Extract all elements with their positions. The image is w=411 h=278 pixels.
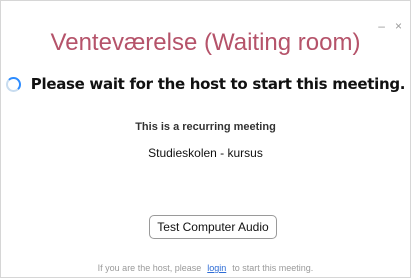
host-prompt-suffix: to start this meeting. [232, 263, 314, 273]
test-computer-audio-button[interactable]: Test Computer Audio [149, 215, 277, 239]
meeting-name: Studieskolen - kursus [148, 146, 263, 160]
host-prompt-prefix: If you are the host, please [97, 263, 202, 273]
waiting-room-window: – × Venteværelse (Waiting room) Please w… [0, 0, 411, 278]
waiting-message: Please wait for the host to start this m… [30, 75, 406, 93]
page-title: Venteværelse (Waiting room) [50, 29, 361, 56]
loading-spinner-icon [5, 76, 21, 92]
host-login-prompt: If you are the host, please login to start… [1, 263, 410, 273]
recurring-meeting-label: This is a recurring meeting [135, 121, 276, 133]
waiting-status: Please wait for the host to start this m… [1, 75, 410, 93]
login-link[interactable]: login [207, 263, 226, 273]
